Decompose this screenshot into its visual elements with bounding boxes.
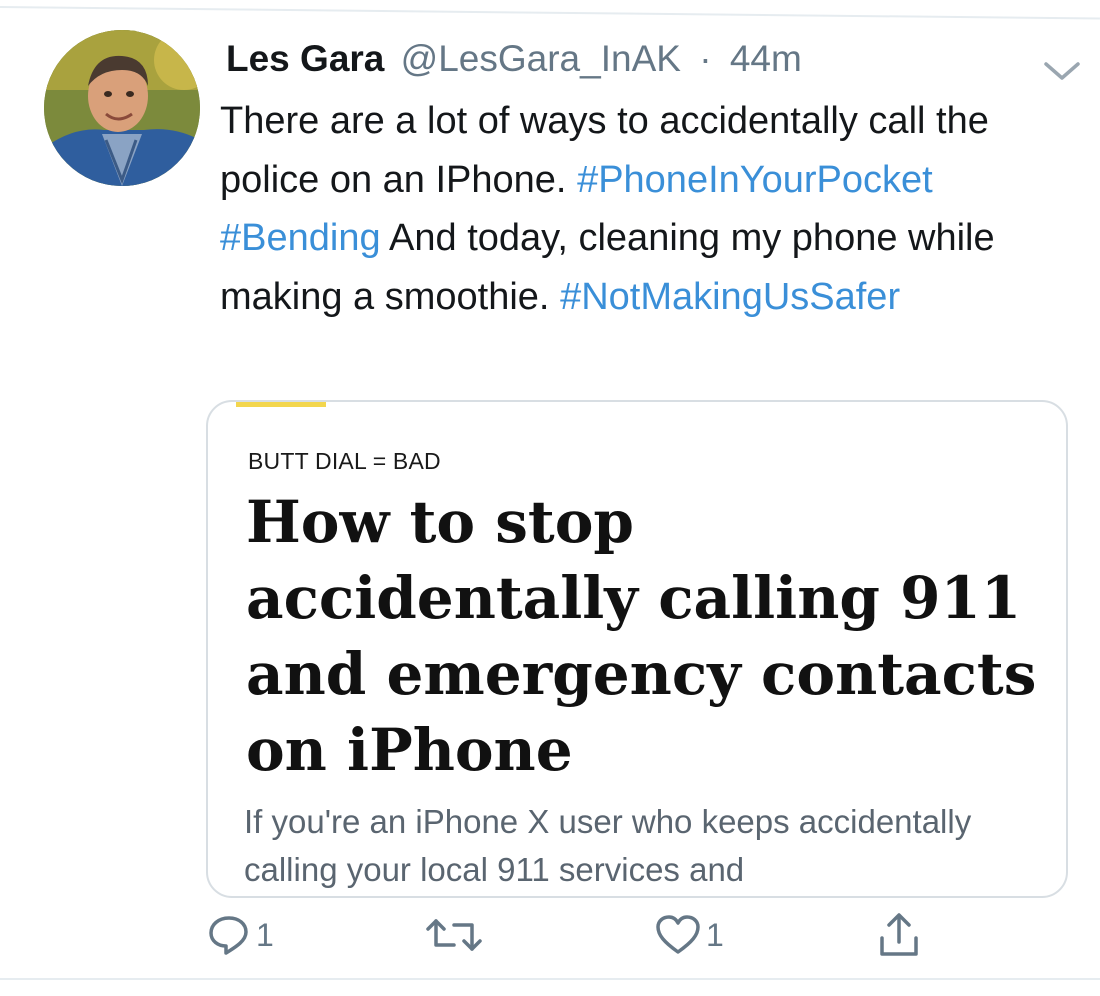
- tweet-timestamp[interactable]: 44m: [730, 38, 802, 79]
- share-icon: [880, 913, 918, 956]
- share-button[interactable]: [874, 905, 924, 965]
- author-handle[interactable]: @LesGara_InAK: [401, 38, 681, 79]
- hashtag-link[interactable]: #NotMakingUsSafer: [560, 276, 900, 318]
- heart-icon: [656, 915, 700, 954]
- bottom-divider: [0, 978, 1100, 980]
- hashtag-link[interactable]: #PhoneInYourPocket: [577, 159, 933, 201]
- avatar-photo: [44, 30, 200, 186]
- card-kicker: BUTT DIAL = BAD: [248, 448, 441, 474]
- card-headline: How to stop accidentally calling 911 and…: [246, 488, 1037, 784]
- chevron-down-icon: [1044, 62, 1080, 80]
- header-separator: ·: [699, 38, 712, 79]
- author-name[interactable]: Les Gara: [226, 38, 384, 79]
- link-card[interactable]: BUTT DIAL = BAD How to stop accidentally…: [206, 400, 1068, 898]
- tweet-header: Les Gara @LesGara_InAK · 44m: [226, 34, 802, 90]
- top-divider: [0, 6, 1100, 20]
- card-summary: If you're an iPhone X user who keeps acc…: [244, 803, 972, 888]
- tweet-menu-button[interactable]: [1040, 58, 1084, 88]
- like-button[interactable]: 1: [654, 905, 724, 965]
- retweet-icon: [426, 919, 482, 951]
- tweet[interactable]: Les Gara @LesGara_InAK · 44m There are a…: [0, 0, 1100, 996]
- reply-button[interactable]: 1: [206, 905, 274, 965]
- like-count: 1: [706, 916, 724, 953]
- reply-icon: [209, 916, 248, 955]
- reply-count: 1: [256, 916, 274, 953]
- hashtag-link[interactable]: #Bending: [220, 217, 381, 259]
- retweet-button[interactable]: [424, 905, 484, 965]
- tweet-actions: 1 1: [0, 905, 1100, 965]
- tweet-body: There are a lot of ways to accidentally …: [220, 92, 1080, 326]
- avatar[interactable]: [44, 30, 200, 186]
- card-accent-bar: [236, 402, 326, 407]
